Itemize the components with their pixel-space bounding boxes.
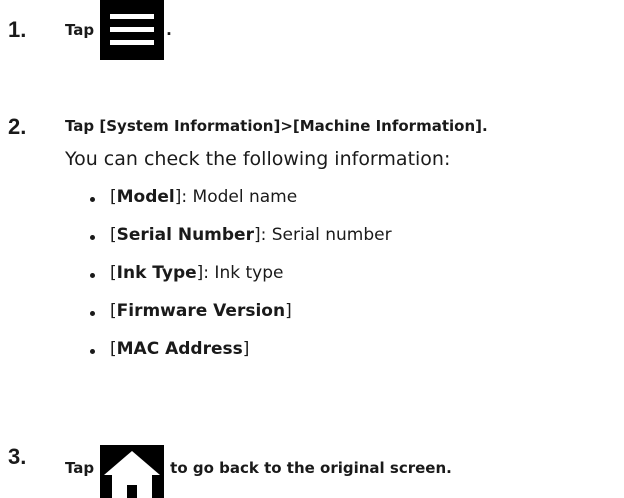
step-2-number: 2. <box>8 114 27 139</box>
item-label: Serial Number <box>116 225 254 245</box>
step-1-instruction: Tap . <box>65 0 172 60</box>
step-3-tap-text: Tap <box>65 459 95 477</box>
item-label: Ink Type <box>116 263 197 283</box>
bullet-dot <box>90 311 95 316</box>
step-2-instruction: Tap [System Information]>[Machine Inform… <box>65 117 488 135</box>
home-icon[interactable] <box>100 444 165 498</box>
item-description: : Ink type <box>203 263 284 283</box>
menu-icon[interactable] <box>100 0 165 60</box>
item-label: MAC Address <box>116 339 243 359</box>
list-item: [Firmware Version] <box>90 301 292 321</box>
step-3-number: 3. <box>8 444 27 469</box>
step-2-description: You can check the following information: <box>65 148 451 170</box>
item-description: : Serial number <box>260 225 392 245</box>
list-item: [Ink Type]: Ink type <box>90 263 284 283</box>
bullet-dot <box>90 273 95 278</box>
step-3-instruction-text: to go back to the original screen. <box>170 459 452 477</box>
item-label: Model <box>116 187 175 207</box>
list-item: [Serial Number]: Serial number <box>90 225 392 245</box>
step-1-tap-text: Tap <box>65 20 95 39</box>
item-label: Firmware Version <box>116 301 286 321</box>
bullet-dot <box>90 235 95 240</box>
list-item: [MAC Address] <box>90 339 249 359</box>
step-3-instruction: Tap to go back to the original screen. <box>65 442 452 498</box>
step-1-number: 1. <box>8 17 27 42</box>
bullet-dot <box>90 197 95 202</box>
list-item: [Model]: Model name <box>90 187 298 207</box>
step-1-period: . <box>166 20 172 39</box>
item-description: : Model name <box>181 187 298 207</box>
bullet-dot <box>90 349 95 354</box>
